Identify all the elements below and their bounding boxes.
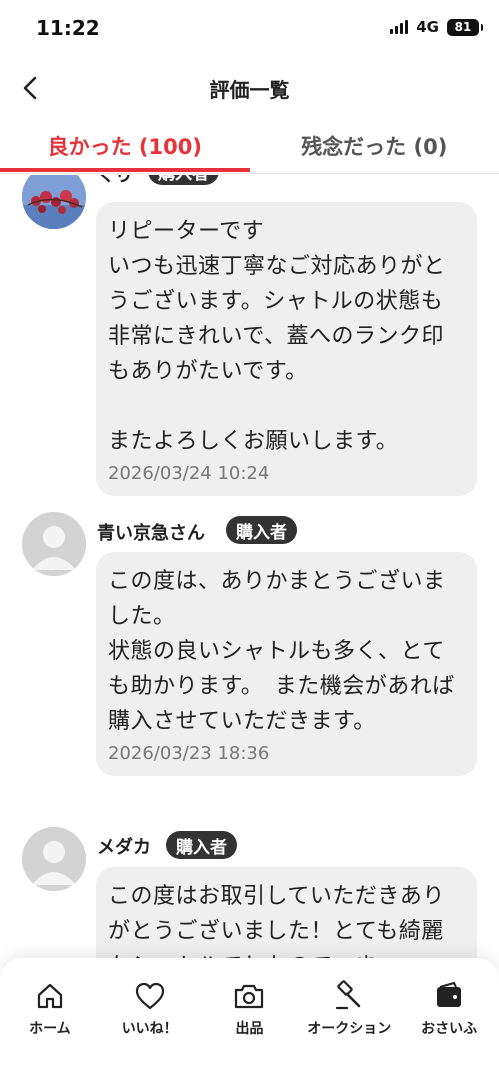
default-avatar-icon	[22, 827, 86, 891]
status-time: 11:22	[36, 16, 100, 40]
network-label: 4G	[416, 18, 439, 36]
status-bar: 11:22 4G 81	[0, 0, 499, 58]
default-avatar-icon	[22, 512, 86, 576]
nav-auction[interactable]: オークション	[299, 958, 399, 1080]
review-item: ぐり 購入者 リピーターです いつも迅速丁寧なご対応ありがとうございます。シャト…	[0, 175, 499, 496]
reviewer-name[interactable]: メダカ	[97, 833, 151, 859]
heart-icon	[134, 980, 166, 1012]
buyer-badge: 購入者	[166, 831, 237, 859]
review-text: この度は、ありかまとうございました。 状態の良いシャトルも多く、とても助かります…	[108, 569, 455, 734]
avatar[interactable]	[22, 827, 86, 891]
avatar[interactable]	[22, 512, 86, 576]
bottom-navigation: ホーム いいね！ 出品 オークション おさいふ	[0, 958, 499, 1080]
review-item: メダカ 購入者 この度はお取引していただきありがとうございました！とても綺麗なシ…	[0, 827, 499, 960]
review-tabs: 良かった (100) 残念だった (0)	[0, 118, 499, 174]
tab-good[interactable]: 良かった (100)	[0, 118, 250, 174]
review-date: 2026/03/24 10:24	[108, 463, 270, 484]
nav-wallet[interactable]: おさいふ	[399, 958, 499, 1080]
review-list-screen: 11:22 4G 81 評価一覧 良かった (100) 残念だった (0) ぐり…	[0, 0, 499, 1080]
gavel-icon	[333, 980, 365, 1012]
buyer-badge: 購入者	[226, 516, 297, 544]
tab-bad[interactable]: 残念だった (0)	[250, 118, 499, 174]
signal-icon	[390, 20, 409, 34]
nav-home[interactable]: ホーム	[0, 958, 100, 1080]
review-list[interactable]: ぐり 購入者 リピーターです いつも迅速丁寧なご対応ありがとうございます。シャト…	[0, 175, 499, 960]
page-title: 評価一覧	[209, 78, 290, 102]
nav-sell[interactable]: 出品	[200, 958, 300, 1080]
review-item: 青い京急さん 購入者 この度は、ありかまとうございました。 状態の良いシャトルも…	[0, 512, 499, 812]
nav-label: ホーム	[29, 1021, 71, 1037]
active-tab-indicator	[0, 168, 250, 172]
reviewer-name[interactable]: 青い京急さん	[97, 519, 205, 545]
review-text: この度はお取引していただきありがとうございました！とても綺麗なシャトルでしたので…	[108, 884, 445, 960]
review-bubble: この度は、ありかまとうございました。 状態の良いシャトルも多く、とても助かります…	[96, 552, 477, 776]
buyer-badge: 購入者	[148, 175, 219, 185]
nav-likes[interactable]: いいね！	[100, 958, 200, 1080]
camera-icon	[233, 980, 265, 1012]
home-icon	[34, 980, 66, 1012]
flower-avatar-image	[22, 175, 86, 229]
reviewer-name[interactable]: ぐり	[97, 175, 133, 187]
header: 評価一覧	[0, 58, 499, 118]
battery-level: 81	[454, 20, 472, 34]
nav-label: 出品	[235, 1021, 264, 1037]
review-bubble: リピーターです いつも迅速丁寧なご対応ありがとうございます。シャトルの状態も非常…	[96, 202, 477, 496]
nav-label: おさいふ	[421, 1021, 478, 1037]
review-text: リピーターです いつも迅速丁寧なご対応ありがとうございます。シャトルの状態も非常…	[108, 219, 446, 454]
nav-label: オークション	[307, 1021, 392, 1037]
review-date: 2026/03/23 18:36	[108, 743, 270, 764]
review-bubble: この度はお取引していただきありがとうございました！とても綺麗なシャトルでしたので…	[96, 867, 477, 960]
nav-label: いいね！	[121, 1021, 178, 1037]
avatar[interactable]	[22, 175, 86, 229]
battery-icon: 81	[447, 18, 483, 36]
wallet-icon	[433, 980, 465, 1012]
status-indicators: 4G 81	[390, 18, 483, 36]
